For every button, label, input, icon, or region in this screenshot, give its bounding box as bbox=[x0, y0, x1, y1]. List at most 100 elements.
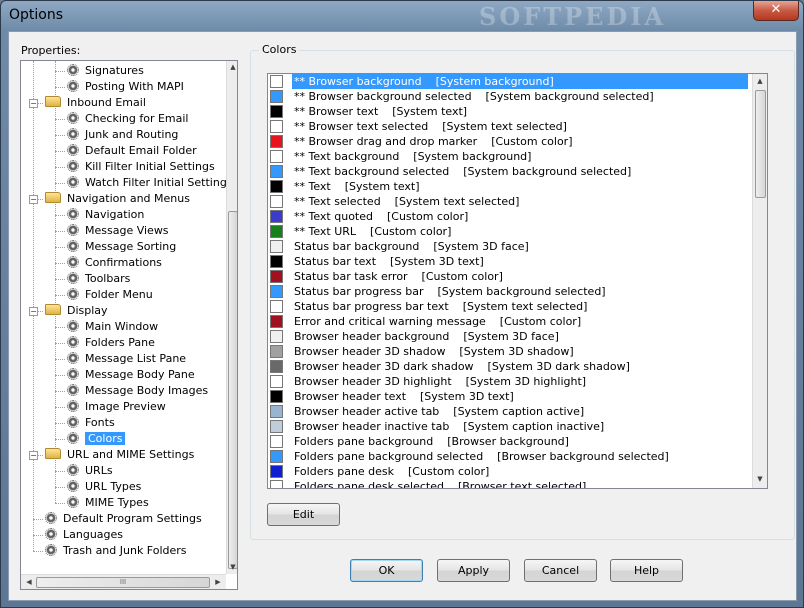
color-row[interactable]: Status bar progress bar [System backgrou… bbox=[268, 284, 752, 299]
tree-horizontal-scrollbar[interactable]: ◀ III ▶ bbox=[21, 574, 226, 589]
tree-item-label: Default Email Folder bbox=[85, 144, 197, 157]
gear-icon bbox=[67, 480, 79, 492]
tree-scroll-thumb[interactable] bbox=[228, 211, 237, 569]
color-row[interactable]: ** Text [System text] bbox=[268, 179, 752, 194]
color-row[interactable]: Status bar text [System 3D text] bbox=[268, 254, 752, 269]
tree-item-toolbars[interactable]: Toolbars bbox=[67, 271, 130, 287]
expand-collapse-toggle[interactable]: − bbox=[29, 451, 38, 460]
colors-list[interactable]: ** Browser background [System background… bbox=[267, 73, 768, 489]
color-swatch bbox=[270, 225, 283, 238]
tree-item-message-body-pane[interactable]: Message Body Pane bbox=[67, 367, 195, 383]
color-row[interactable]: ** Browser text selected [System text se… bbox=[268, 119, 752, 134]
tree-connector bbox=[55, 407, 65, 408]
tree-item-confirmations[interactable]: Confirmations bbox=[67, 255, 162, 271]
tree-connector bbox=[55, 295, 65, 296]
color-row[interactable]: Folders pane background selected [Browse… bbox=[268, 449, 752, 464]
color-row[interactable]: ** Text selected [System text selected] bbox=[268, 194, 752, 209]
tree-item-signatures[interactable]: Signatures bbox=[67, 63, 144, 79]
color-row[interactable]: ** Browser background selected [System b… bbox=[268, 89, 752, 104]
color-row[interactable]: ** Browser background [System background… bbox=[268, 74, 752, 89]
tree-vertical-scrollbar[interactable]: ▲ ▼ bbox=[226, 61, 237, 574]
color-row[interactable]: Browser header text [System 3D text] bbox=[268, 389, 752, 404]
color-row[interactable]: Browser header 3D shadow [System 3D shad… bbox=[268, 344, 752, 359]
color-row[interactable]: ** Text quoted [Custom color] bbox=[268, 209, 752, 224]
gear-icon bbox=[67, 176, 79, 188]
tree-item-urls[interactable]: URLs bbox=[67, 463, 113, 479]
color-row[interactable]: Folders pane desk [Custom color] bbox=[268, 464, 752, 479]
edit-button[interactable]: Edit bbox=[267, 503, 340, 526]
color-swatch bbox=[270, 180, 283, 193]
tree-item-message-views[interactable]: Message Views bbox=[67, 223, 169, 239]
tree-item-languages[interactable]: Languages bbox=[45, 527, 123, 543]
title-bar[interactable]: Options SOFTPEDIA ✕ bbox=[1, 1, 803, 31]
color-row[interactable]: Browser header background [System 3D fac… bbox=[268, 329, 752, 344]
tree-item-mime-types[interactable]: MIME Types bbox=[67, 495, 149, 511]
ok-button[interactable]: OK bbox=[350, 559, 423, 582]
tree-item-kill-filter-initial-settings[interactable]: Kill Filter Initial Settings bbox=[67, 159, 215, 175]
tree-item-default-program-settings[interactable]: Default Program Settings bbox=[45, 511, 202, 527]
apply-button[interactable]: Apply bbox=[437, 559, 510, 582]
tree-scroll-left-button[interactable]: ◀ bbox=[23, 576, 35, 589]
tree-item-label: Message List Pane bbox=[85, 352, 187, 365]
color-row[interactable]: Browser header 3D highlight [System 3D h… bbox=[268, 374, 752, 389]
tree-hscroll-thumb[interactable]: III bbox=[36, 577, 210, 588]
color-row[interactable]: Status bar progress bar text [System tex… bbox=[268, 299, 752, 314]
help-button[interactable]: Help bbox=[610, 559, 683, 582]
color-row[interactable]: Error and critical warning message [Cust… bbox=[268, 314, 752, 329]
properties-tree[interactable]: Signatures Posting With MAPI Inbound Email… bbox=[20, 60, 238, 590]
tree-item-watch-filter-initial-settings[interactable]: Watch Filter Initial Settings bbox=[67, 175, 233, 191]
tree-item-main-window[interactable]: Main Window bbox=[67, 319, 158, 335]
tree-item-fonts[interactable]: Fonts bbox=[67, 415, 115, 431]
tree-item-colors[interactable]: Colors bbox=[67, 431, 126, 447]
tree-item-url-and-mime-settings[interactable]: URL and MIME Settings bbox=[45, 447, 194, 463]
color-row[interactable]: Browser header 3D dark shadow [System 3D… bbox=[268, 359, 752, 374]
colors-scroll-up-button[interactable]: ▲ bbox=[754, 75, 766, 88]
colors-vertical-scrollbar[interactable]: ▲ ▼ bbox=[752, 74, 767, 488]
color-row[interactable]: ** Browser text [System text] bbox=[268, 104, 752, 119]
tree-item-image-preview[interactable]: Image Preview bbox=[67, 399, 166, 415]
tree-item-message-sorting[interactable]: Message Sorting bbox=[67, 239, 176, 255]
color-row[interactable]: ** Browser drag and drop marker [Custom … bbox=[268, 134, 752, 149]
color-row[interactable]: Folders pane background [Browser backgro… bbox=[268, 434, 752, 449]
tree-item-navigation[interactable]: Navigation bbox=[67, 207, 144, 223]
expand-collapse-toggle[interactable]: − bbox=[29, 307, 38, 316]
colors-scroll-down-button[interactable]: ▼ bbox=[754, 473, 766, 486]
color-row[interactable]: ** Text URL [Custom color] bbox=[268, 224, 752, 239]
tree-scroll-down-button[interactable]: ▼ bbox=[227, 561, 237, 574]
tree-item-junk-and-routing[interactable]: Junk and Routing bbox=[67, 127, 178, 143]
tree-scroll-up-button[interactable]: ▲ bbox=[227, 61, 237, 74]
color-row[interactable]: Folders pane desk selected [Browser text… bbox=[268, 479, 752, 488]
tree-item-folders-pane[interactable]: Folders Pane bbox=[67, 335, 155, 351]
tree-item-inbound-email[interactable]: Inbound Email bbox=[45, 95, 146, 111]
tree-scroll-right-button[interactable]: ▶ bbox=[212, 576, 224, 589]
tree-item-label: Junk and Routing bbox=[85, 128, 179, 141]
color-row[interactable]: Browser header inactive tab [System capt… bbox=[268, 419, 752, 434]
colors-scroll-thumb[interactable] bbox=[755, 90, 766, 198]
tree-item-label: URL and MIME Settings bbox=[67, 448, 195, 461]
close-button[interactable]: ✕ bbox=[753, 1, 799, 21]
softpedia-watermark: SOFTPEDIA bbox=[479, 2, 667, 31]
color-row-label: Browser header 3D shadow [System 3D shad… bbox=[294, 345, 574, 358]
expand-collapse-toggle[interactable]: − bbox=[29, 99, 38, 108]
tree-item-trash-and-junk-folders[interactable]: Trash and Junk Folders bbox=[45, 543, 187, 559]
expand-collapse-toggle[interactable]: − bbox=[29, 195, 38, 204]
tree-item-message-body-images[interactable]: Message Body Images bbox=[67, 383, 208, 399]
tree-item-display[interactable]: Display bbox=[45, 303, 108, 319]
color-row[interactable]: ** Text background selected [System back… bbox=[268, 164, 752, 179]
tree-item-checking-for-email[interactable]: Checking for Email bbox=[67, 111, 189, 127]
tree-item-default-email-folder[interactable]: Default Email Folder bbox=[67, 143, 197, 159]
color-row[interactable]: Browser header active tab [System captio… bbox=[268, 404, 752, 419]
color-row[interactable]: ** Text background [System background] bbox=[268, 149, 752, 164]
color-row-label: ** Text quoted [Custom color] bbox=[294, 210, 469, 223]
tree-item-folder-menu[interactable]: Folder Menu bbox=[67, 287, 153, 303]
tree-item-url-types[interactable]: URL Types bbox=[67, 479, 141, 495]
tree-item-navigation-and-menus[interactable]: Navigation and Menus bbox=[45, 191, 190, 207]
color-row-label: ** Text background selected [System back… bbox=[294, 165, 632, 178]
cancel-button[interactable]: Cancel bbox=[524, 559, 597, 582]
tree-connector bbox=[55, 247, 65, 248]
tree-connector bbox=[55, 279, 65, 280]
tree-item-posting-with-mapi[interactable]: Posting With MAPI bbox=[67, 79, 184, 95]
color-row[interactable]: Status bar background [System 3D face] bbox=[268, 239, 752, 254]
tree-item-message-list-pane[interactable]: Message List Pane bbox=[67, 351, 186, 367]
color-row[interactable]: Status bar task error [Custom color] bbox=[268, 269, 752, 284]
